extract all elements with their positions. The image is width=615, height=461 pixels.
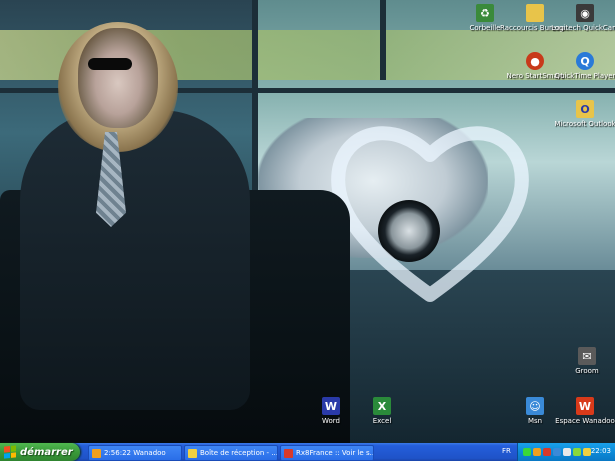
tray-misc-icon[interactable] — [583, 448, 591, 456]
task-label: Boîte de réception - ... — [200, 449, 277, 457]
tray-update-icon[interactable] — [573, 448, 581, 456]
outlook-icon: O — [576, 100, 594, 118]
desktop-icon-excel[interactable]: X Excel — [347, 397, 417, 425]
wallpaper-person-face — [78, 28, 158, 128]
taskbar-task-rx8france[interactable]: Rx8France :: Voir le s... — [280, 445, 374, 461]
outlook-envelope-icon — [188, 448, 197, 458]
webcam-icon: ◉ — [576, 4, 594, 22]
excel-icon: X — [373, 397, 391, 415]
desktop-icon-outlook[interactable]: O Microsoft Outlook — [550, 100, 615, 128]
wallpaper-window-frame — [380, 0, 386, 80]
tray-volume-icon[interactable] — [563, 448, 571, 456]
tray-network-icon[interactable] — [523, 448, 531, 456]
folder-icon — [526, 4, 544, 22]
recycle-bin-icon: ♻ — [476, 4, 494, 22]
task-label: Rx8France :: Voir le s... — [296, 449, 373, 457]
desktop-icon-label: Microsoft Outlook — [554, 120, 615, 128]
desktop-icon-quicktime[interactable]: Q QuickTime Player — [550, 52, 615, 80]
quicktime-icon: Q — [576, 52, 594, 70]
wanadoo-icon: W — [576, 397, 594, 415]
taskbar-task-wanadoo[interactable]: 2:56:22 Wanadoo — [88, 445, 182, 461]
language-indicator[interactable]: FR — [502, 447, 511, 455]
desktop-icon-label: QuickTime Player — [554, 72, 615, 80]
tray-msn-icon[interactable] — [553, 448, 561, 456]
msn-icon: ☺ — [526, 397, 544, 415]
groom-icon: ✉ — [578, 347, 596, 365]
taskbar: démarrer 2:56:22 Wanadoo Boîte de récept… — [0, 443, 615, 461]
wallpaper-heart — [331, 126, 529, 302]
desktop-icon-espace-wanadoo[interactable]: W Espace Wanadoo — [550, 397, 615, 425]
windows-flag-icon — [4, 445, 16, 459]
desktop-icon-quickcam[interactable]: ◉ Logitech QuickCam — [550, 4, 615, 32]
desktop-icon-label: Logitech QuickCam — [551, 24, 615, 32]
system-tray: 22:03 — [517, 443, 615, 461]
word-icon: W — [322, 397, 340, 415]
start-label: démarrer — [20, 446, 73, 458]
nero-icon: ● — [526, 52, 544, 70]
start-button[interactable]: démarrer — [0, 443, 80, 461]
desktop-icon-groom[interactable]: ✉ Groom — [552, 347, 615, 375]
wanadoo-timer-icon — [92, 448, 101, 458]
taskbar-task-inbox[interactable]: Boîte de réception - ... — [184, 445, 278, 461]
desktop-icon-label: Excel — [372, 417, 392, 425]
desktop-icon-label: Groom — [575, 367, 599, 375]
wallpaper-sunglasses — [88, 58, 132, 70]
desktop-icon-label: Espace Wanadoo — [555, 417, 615, 425]
tray-wanadoo-icon[interactable] — [533, 448, 541, 456]
task-label: 2:56:22 Wanadoo — [104, 449, 166, 457]
desktop[interactable]: ♻ Corbeille Raccourcis Bureau... ◉ Logit… — [0, 0, 615, 443]
tray-antivirus-icon[interactable] — [543, 448, 551, 456]
browser-icon — [284, 448, 293, 458]
clock[interactable]: 22:03 — [591, 447, 611, 455]
wallpaper-person — [20, 110, 250, 410]
